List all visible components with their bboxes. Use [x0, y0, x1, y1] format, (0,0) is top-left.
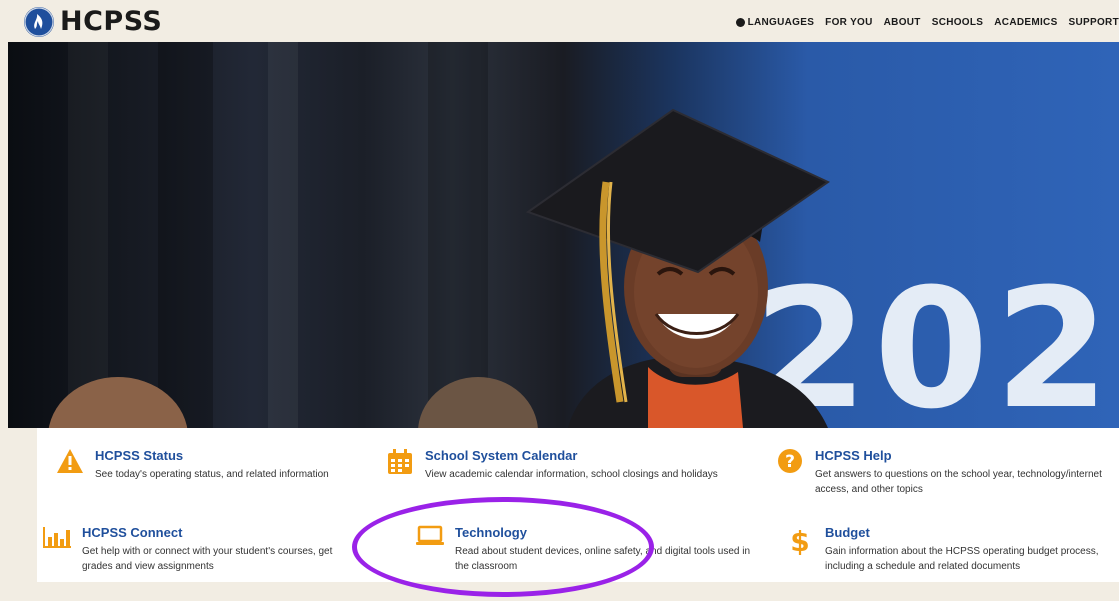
bar-chart-icon	[42, 525, 72, 555]
nav-languages[interactable]: LANGUAGES	[735, 17, 815, 28]
nav-languages-label: LANGUAGES	[747, 17, 815, 28]
dollar-icon: $	[785, 525, 815, 555]
card-desc: Get help with or connect with your stude…	[82, 546, 333, 572]
quick-links-panel: HCPSS Status See today's operating statu…	[37, 428, 1119, 582]
card-title: Technology	[455, 525, 527, 540]
nav-schools[interactable]: SCHOOLS	[932, 17, 984, 28]
site-logo[interactable]: HCPSS	[24, 6, 162, 37]
card-hcpss-help[interactable]: ? HCPSS Help Get answers to questions on…	[775, 448, 1105, 497]
nav-about[interactable]: ABOUT	[884, 17, 921, 28]
card-title: HCPSS Connect	[82, 525, 183, 540]
nav-for-you[interactable]: FOR YOU	[825, 17, 872, 28]
card-title: HCPSS Help	[815, 448, 892, 463]
logo-text: HCPSS	[60, 6, 163, 37]
flame-logo-icon	[24, 6, 54, 37]
warning-icon	[55, 448, 85, 478]
calendar-icon	[385, 448, 415, 478]
card-desc: View academic calendar information, scho…	[425, 469, 718, 480]
card-budget[interactable]: $ Budget Gain information about the HCPS…	[785, 525, 1105, 574]
card-hcpss-status[interactable]: HCPSS Status See today's operating statu…	[55, 448, 355, 482]
nav-academics[interactable]: ACADEMICS	[994, 17, 1057, 28]
graduate-figure	[48, 108, 831, 428]
svg-text:?: ?	[785, 452, 795, 472]
card-desc: Gain information about the HCPSS operati…	[825, 546, 1099, 572]
site-header: HCPSS LANGUAGES FOR YOU ABOUT SCHOOLS AC…	[0, 0, 1119, 42]
card-title: School System Calendar	[425, 448, 578, 463]
main-nav: LANGUAGES FOR YOU ABOUT SCHOOLS ACADEMIC…	[735, 17, 1119, 28]
globe-icon	[735, 18, 745, 27]
help-icon: ?	[775, 448, 805, 478]
card-technology[interactable]: Technology Read about student devices, o…	[415, 525, 760, 574]
nav-support[interactable]: SUPPORT	[1069, 17, 1119, 28]
laptop-icon	[415, 525, 445, 555]
card-desc: See today's operating status, and relate…	[95, 469, 329, 480]
card-title: HCPSS Status	[95, 448, 184, 463]
card-title: Budget	[825, 525, 870, 540]
card-desc: Get answers to questions on the school y…	[815, 469, 1102, 495]
card-hcpss-connect[interactable]: HCPSS Connect Get help with or connect w…	[42, 525, 362, 574]
card-school-system-calendar[interactable]: School System Calendar View academic cal…	[385, 448, 745, 482]
hero-image: 202	[8, 42, 1119, 428]
svg-text:$: $	[790, 525, 809, 555]
card-desc: Read about student devices, online safet…	[455, 546, 751, 572]
